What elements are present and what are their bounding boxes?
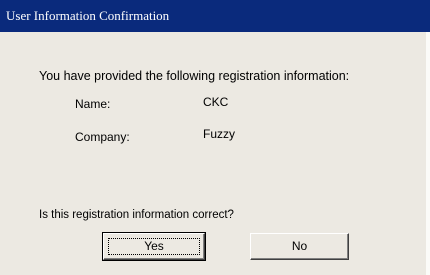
name-label: Name: — [75, 97, 111, 111]
confirmation-dialog: User Information Confirmation You have p… — [0, 0, 430, 275]
intro-message: You have provided the following registra… — [39, 69, 350, 83]
confirmation-question: Is this registration information correct… — [39, 209, 234, 221]
yes-button[interactable]: Yes — [102, 232, 206, 261]
window-edge — [426, 32, 430, 275]
company-value: Fuzzy — [203, 127, 236, 141]
name-value: CKC — [203, 95, 229, 109]
company-label: Company: — [75, 130, 130, 144]
yes-button-label: Yes — [144, 239, 164, 253]
no-button[interactable]: No — [250, 233, 349, 260]
no-button-label: No — [291, 239, 308, 253]
dialog-title: User Information Confirmation — [0, 0, 430, 32]
